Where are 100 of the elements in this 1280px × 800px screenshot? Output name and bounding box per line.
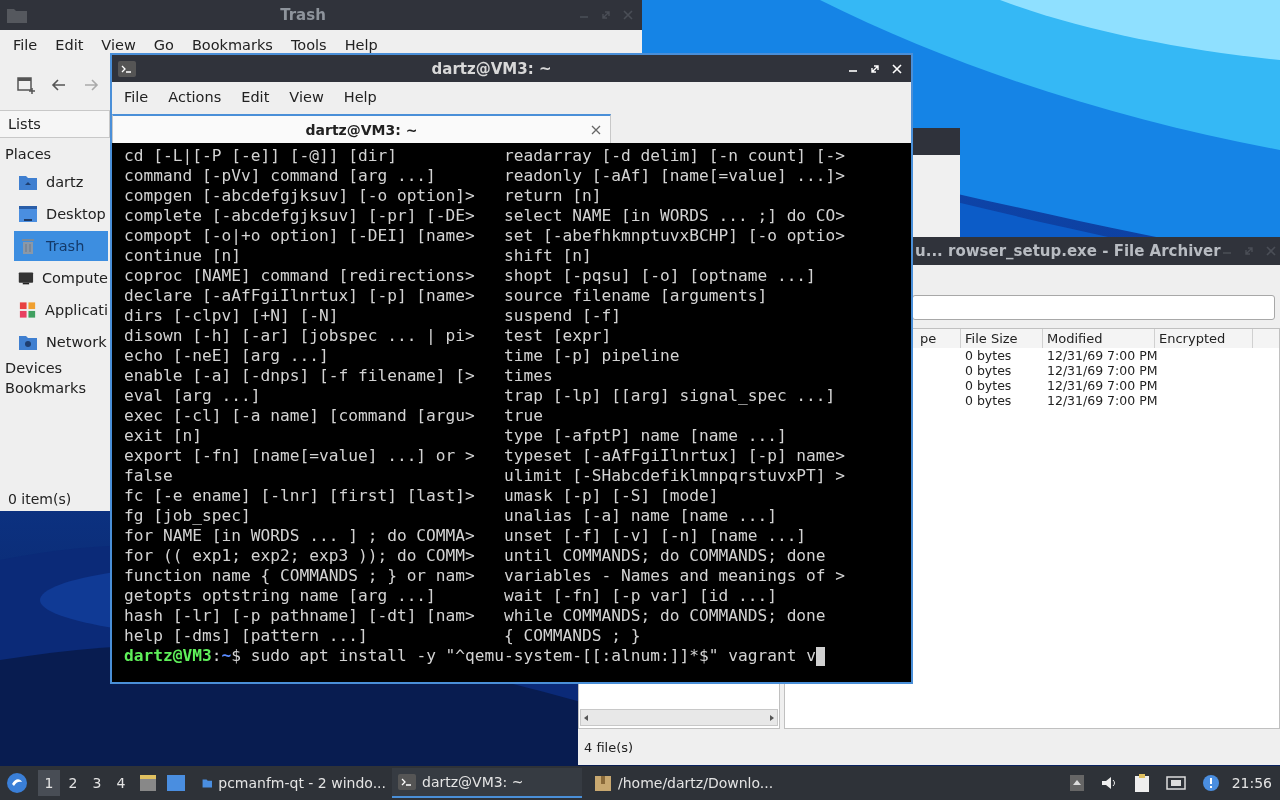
- sidebar-label: Network: [46, 334, 107, 350]
- menu-item[interactable]: Edit: [231, 89, 280, 105]
- terminal-text: typeset [-aAfFgiIlnrtux] [-p] name>: [504, 446, 846, 466]
- terminal-text: continue [n]: [124, 246, 242, 266]
- title-bar: [912, 128, 960, 155]
- section-heading[interactable]: Bookmarks: [0, 378, 108, 398]
- terminal-text: readarray [-d delim] [-n count] [->: [504, 146, 846, 166]
- taskbar-task[interactable]: /home/dartz/Downlo...: [588, 768, 778, 798]
- taskbar-task[interactable]: pcmanfm-qt - 2 windo...: [196, 768, 386, 798]
- terminal-text: for (( exp1; exp2; exp3 )); do COMM>: [124, 546, 476, 566]
- column-header[interactable]: Modified: [1043, 329, 1155, 348]
- terminal-text: false: [124, 466, 174, 486]
- notification-icon[interactable]: [1201, 774, 1220, 792]
- sidebar-item[interactable]: Network: [14, 327, 108, 357]
- column-header[interactable]: Encrypted: [1155, 329, 1253, 348]
- text-cursor: [815, 646, 825, 666]
- menu-item[interactable]: View: [92, 37, 145, 53]
- section-heading[interactable]: Devices: [0, 358, 108, 378]
- column-header[interactable]: pe: [916, 329, 961, 348]
- menu-item[interactable]: Help: [333, 89, 387, 105]
- terminal-text: for NAME [in WORDS ... ] ; do COMMA>: [124, 526, 476, 546]
- folder-icon: [6, 6, 28, 24]
- section-heading: Places: [4, 145, 53, 164]
- status-text: 4 file(s): [583, 738, 635, 757]
- speaker-icon[interactable]: [1099, 775, 1118, 791]
- menu-item[interactable]: File: [114, 89, 159, 105]
- table-cell-text: 12/31/69 7:00 PM: [1046, 378, 1155, 393]
- workspace-button[interactable]: 2: [62, 770, 84, 796]
- terminal-text: suspend [-f]: [504, 306, 622, 326]
- prompt-line: dartz@VM3:~$ sudo apt install -y "^qemu-system-[[:alnum:]]*$" vagrant v: [124, 646, 816, 666]
- sidebar-item[interactable]: Desktop: [14, 199, 108, 229]
- menu-item[interactable]: View: [279, 89, 334, 105]
- table-cell-text: 0 bytes: [964, 363, 1013, 378]
- tray-expand-icon[interactable]: [1069, 775, 1084, 791]
- menu-item[interactable]: Go: [144, 37, 183, 53]
- desktop-icon: [18, 204, 38, 224]
- terminal-text: declare [-aAfFgiIlnrtux] [-p] [name>: [124, 286, 476, 306]
- sidebar-item[interactable]: Applicati: [14, 295, 108, 325]
- sidebar-item[interactable]: Compute: [14, 263, 108, 293]
- close-tab-icon[interactable]: [590, 124, 602, 136]
- panel-tab[interactable]: Lists: [0, 110, 110, 138]
- workspace-button[interactable]: 4: [110, 770, 132, 796]
- clock[interactable]: 21:56: [1231, 775, 1272, 791]
- terminal-text: ulimit [-SHabcdefiklmnpqrstuvxPT] >: [504, 466, 846, 486]
- terminal-tab[interactable]: dartz@VM3: ~: [112, 114, 611, 143]
- terminal-text: umask [-p] [-S] [mode]: [504, 486, 720, 506]
- terminal-text: complete [-abcdefgjksuv] [-pr] [-DE>: [124, 206, 476, 226]
- start-menu-icon[interactable]: [6, 772, 28, 794]
- workspace-button[interactable]: 1: [38, 770, 60, 796]
- terminal-text: set [-abefhkmnptuvxBCHP] [-o optio>: [504, 226, 846, 246]
- terminal-text: fg [job_spec]: [124, 506, 252, 526]
- terminal-text: compopt [-o|+o option] [-DEI] [name>: [124, 226, 476, 246]
- terminal-text: getopts optstring name [arg ...]: [124, 586, 437, 606]
- restore-icon[interactable]: [869, 62, 881, 75]
- menu-item[interactable]: Edit: [46, 37, 93, 53]
- terminal-text: trap [-lp] [[arg] signal_spec ...]: [504, 386, 837, 406]
- menu-item[interactable]: Help: [335, 37, 387, 53]
- task-label: pcmanfm-qt - 2 windo...: [218, 775, 386, 791]
- menu-item[interactable]: Actions: [158, 89, 232, 105]
- terminal-text: { COMMANDS ; }: [504, 626, 642, 646]
- show-desktop-icon[interactable]: [166, 773, 186, 793]
- terminal-text: unset [-f] [-v] [-n] [name ...]: [504, 526, 808, 546]
- terminal-text: times: [504, 366, 554, 386]
- menu-item[interactable]: File: [4, 37, 47, 53]
- menu-item[interactable]: Tools: [281, 37, 336, 53]
- taskbar-task[interactable]: dartz@VM3: ~: [392, 768, 582, 798]
- file-manager-icon[interactable]: [138, 773, 158, 793]
- menu-item[interactable]: Bookmarks: [182, 37, 282, 53]
- horizontal-scrollbar[interactable]: [580, 709, 778, 726]
- terminal-text: dirs [-clpv] [+N] [-N]: [124, 306, 340, 326]
- terminal-text: wait [-fn] [-p var] [id ...]: [504, 586, 778, 606]
- terminal-text: eval [arg ...]: [124, 386, 262, 406]
- table-cell-text: 12/31/69 7:00 PM: [1046, 363, 1155, 378]
- terminal-text: return [n]: [504, 186, 603, 206]
- terminal-text: hash [-lr] [-p pathname] [-dt] [nam>: [124, 606, 476, 626]
- column-header[interactable]: File Size: [961, 329, 1043, 348]
- table-cell-text: 12/31/69 7:00 PM: [1046, 393, 1155, 408]
- terminal-text: echo [-neE] [arg ...]: [124, 346, 330, 366]
- sidebar-item[interactable]: dartz: [14, 167, 108, 197]
- terminal-text: time [-p] pipeline: [504, 346, 681, 366]
- location-field[interactable]: [912, 295, 1275, 320]
- network-icon[interactable]: [1165, 775, 1186, 791]
- status-text: 0 item(s): [7, 490, 73, 509]
- terminal-text: compgen [-abcdefgjksuv] [-o option]>: [124, 186, 476, 206]
- terminal-text: source filename [arguments]: [504, 286, 769, 306]
- terminal-text: help [-dms] [pattern ...]: [124, 626, 369, 646]
- terminal-text: unalias [-a] name [name ...]: [504, 506, 778, 526]
- clipboard-icon[interactable]: [1133, 773, 1150, 793]
- table-cell-text: 12/31/69 7:00 PM: [1046, 348, 1155, 363]
- terminal-text: command [-pVv] command [arg ...]: [124, 166, 437, 186]
- terminal-icon: [398, 773, 416, 791]
- table-cell-text: 0 bytes: [964, 378, 1013, 393]
- terminal-text: true: [504, 406, 544, 426]
- window-title: dartz@VM3: ~: [430, 59, 553, 78]
- new-window-icon[interactable]: [16, 75, 36, 95]
- table-cell-text: 0 bytes: [964, 348, 1013, 363]
- sidebar-label: Compute: [41, 270, 108, 286]
- workspace-button[interactable]: 3: [86, 770, 108, 796]
- terminal-text: until COMMANDS; do COMMANDS; done: [504, 546, 827, 566]
- sidebar-label: Desktop: [46, 206, 106, 222]
